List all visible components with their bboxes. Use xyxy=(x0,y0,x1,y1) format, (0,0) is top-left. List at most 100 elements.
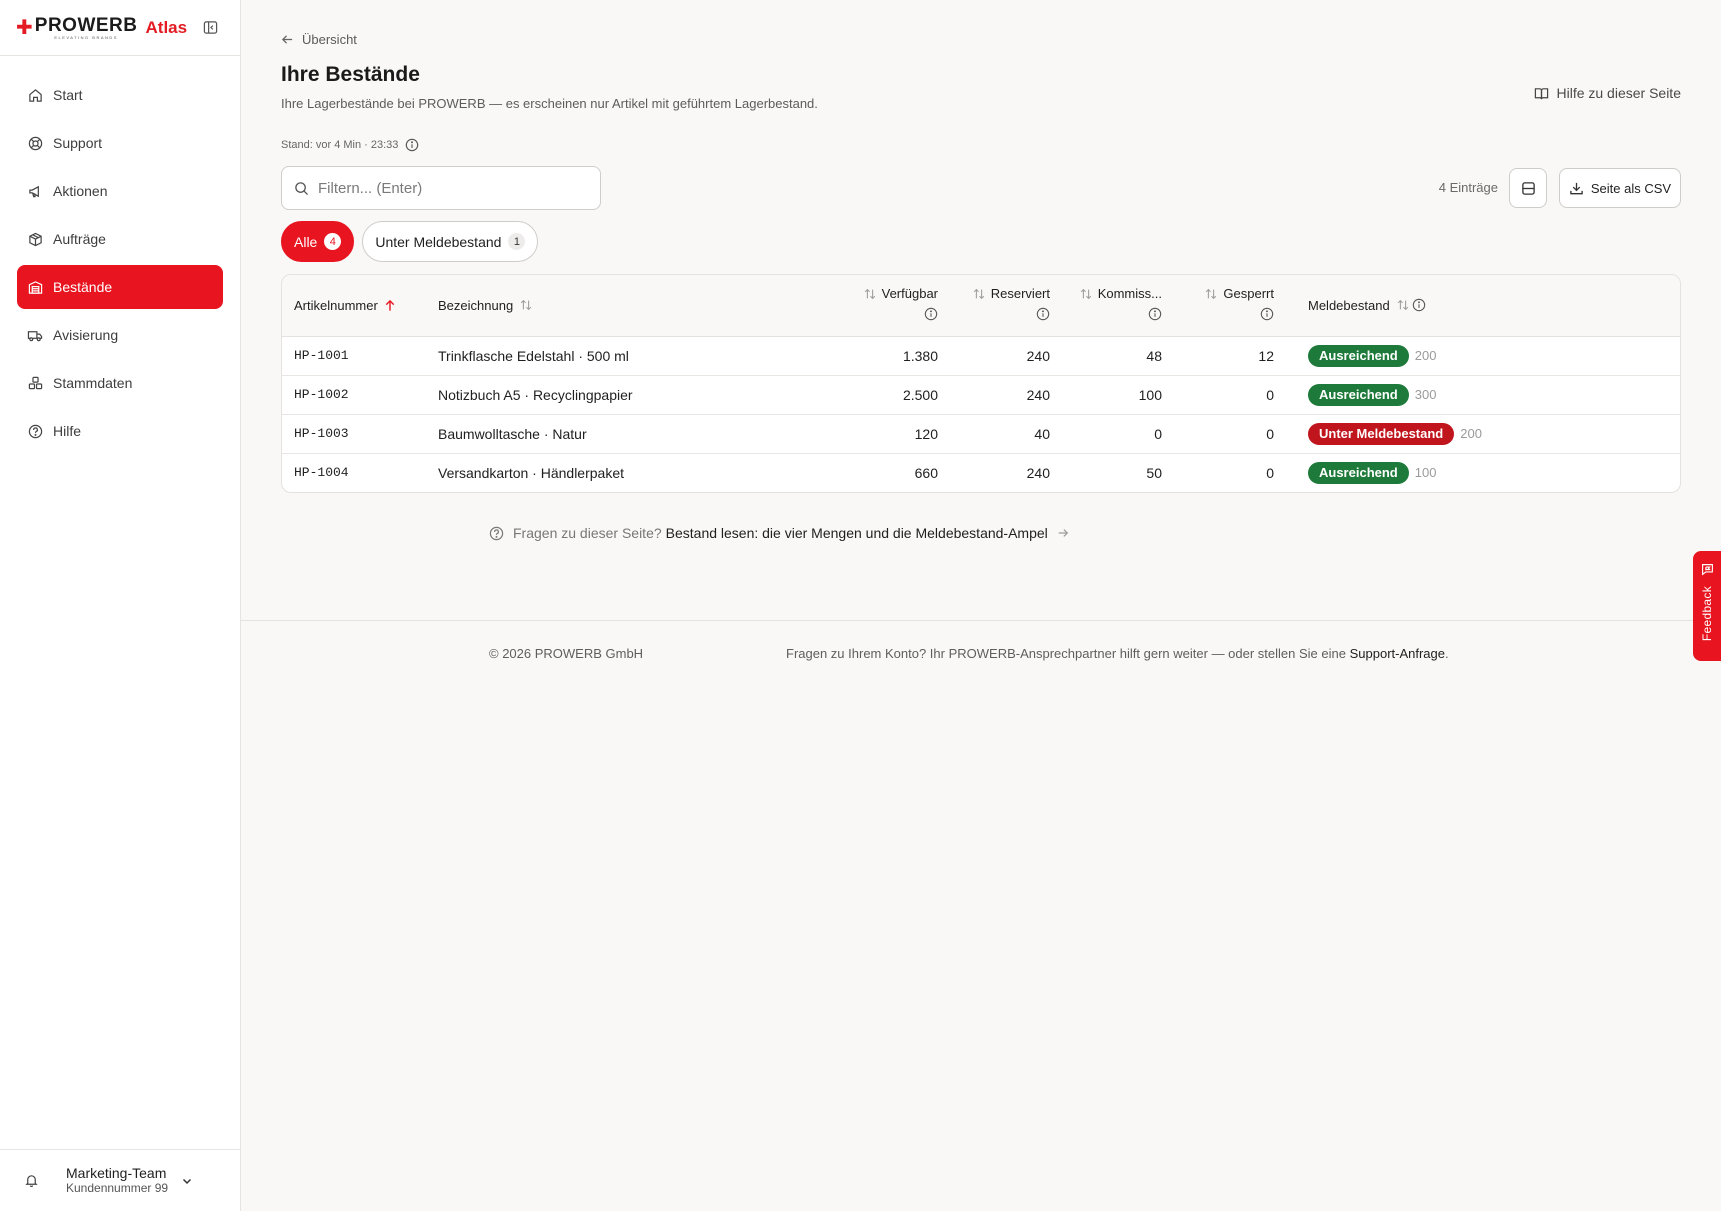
warehouse-icon xyxy=(27,279,43,295)
brand-logo[interactable]: PROWERB ELEVATING BRANDS xyxy=(35,16,138,40)
footer-end: . xyxy=(1445,646,1449,661)
info-icon[interactable] xyxy=(1412,298,1426,312)
info-icon[interactable] xyxy=(405,138,419,152)
arrow-right-icon xyxy=(1058,529,1068,537)
sort-asc-icon[interactable] xyxy=(384,299,396,312)
sidebar-item-support[interactable]: Support xyxy=(17,121,223,165)
sort-icon[interactable] xyxy=(1204,287,1218,301)
threshold-value: 200 xyxy=(1414,347,1437,363)
home-icon xyxy=(27,87,43,103)
chip-count: 4 xyxy=(324,233,342,250)
cell-picking: 48 xyxy=(1062,336,1174,376)
status-badge: Ausreichend xyxy=(1308,461,1409,484)
help-circle-icon xyxy=(489,526,504,540)
sidebar-item-auftraege[interactable]: Aufträge xyxy=(17,217,223,261)
sidebar-item-avisierung[interactable]: Avisierung xyxy=(17,313,223,357)
col-header-picking[interactable]: Kommiss... xyxy=(1062,275,1174,337)
footer-text: Fragen zu Ihrem Konto? Ihr PROWERB-Anspr… xyxy=(786,646,1449,661)
sidebar-item-aktionen[interactable]: Aktionen xyxy=(17,169,223,213)
table-row[interactable]: HP-1002 Notizbuch A5 · Recyclingpapier 2… xyxy=(282,375,1680,415)
brand-cross-icon: ✚ xyxy=(16,16,33,39)
filter-input[interactable] xyxy=(318,179,588,197)
sort-icon[interactable] xyxy=(1079,287,1093,301)
columns-toggle-button[interactable] xyxy=(1509,168,1547,208)
col-header-label: Verfügbar xyxy=(881,286,938,302)
threshold-value: 100 xyxy=(1414,464,1437,480)
back-link-label: Übersicht xyxy=(302,32,357,47)
sidebar-item-label: Stammdaten xyxy=(53,375,133,391)
chip-alle[interactable]: Alle 4 xyxy=(281,221,355,262)
sort-icon[interactable] xyxy=(863,287,877,301)
col-header-name[interactable]: Bezeichnung xyxy=(426,275,838,337)
cell-sku: HP-1003 xyxy=(282,414,426,454)
inventory-table: Artikelnummer Bezeichnung Verfügbar Rese… xyxy=(281,274,1681,493)
megaphone-icon xyxy=(27,183,43,199)
col-header-threshold[interactable]: Meldebestand xyxy=(1286,275,1680,337)
sidebar-item-label: Aufträge xyxy=(53,231,106,247)
info-icon[interactable] xyxy=(1260,307,1274,324)
table-header-row: Artikelnummer Bezeichnung Verfügbar Rese… xyxy=(282,275,1680,337)
cell-sku: HP-1004 xyxy=(294,465,349,481)
col-header-reserved[interactable]: Reserviert xyxy=(950,275,1062,337)
sidebar: ✚ PROWERB ELEVATING BRANDS Atlas Start S… xyxy=(0,0,241,1211)
support-request-link[interactable]: Support-Anfrage xyxy=(1350,646,1445,661)
bell-icon[interactable] xyxy=(22,1172,40,1190)
status-badge: Ausreichend xyxy=(1308,344,1409,367)
book-open-icon xyxy=(1535,87,1549,99)
footer-divider xyxy=(241,620,1721,621)
footer-message: Fragen zu Ihrem Konto? Ihr PROWERB-Anspr… xyxy=(786,646,1346,661)
sidebar-item-stammdaten[interactable]: Stammdaten xyxy=(17,361,223,405)
data-timestamp: Stand: vor 4 Min · 23:33 xyxy=(281,138,419,152)
feedback-tab[interactable]: Feedback xyxy=(1693,551,1721,661)
copyright: © 2026 PROWERB GmbH xyxy=(489,646,644,661)
info-icon[interactable] xyxy=(924,307,938,324)
account-switcher[interactable]: Marketing-Team Kundennummer 99 xyxy=(0,1149,240,1211)
arrow-left-icon xyxy=(281,35,293,44)
faq-link[interactable]: Bestand lesen: die vier Mengen und die M… xyxy=(666,525,1048,541)
col-header-label: Gesperrt xyxy=(1223,286,1274,302)
filter-search-box[interactable] xyxy=(281,166,601,210)
chip-unter-meldebestand[interactable]: Unter Meldebestand 1 xyxy=(362,221,539,262)
cell-reserved: 240 xyxy=(950,336,1062,376)
cell-threshold: Ausreichend 100 xyxy=(1286,453,1680,492)
cell-available: 1.380 xyxy=(838,336,950,376)
sidebar-collapse-icon[interactable] xyxy=(202,19,218,35)
chevron-down-icon[interactable] xyxy=(180,1174,194,1188)
customer-number: Kundennummer 99 xyxy=(66,1180,169,1195)
cell-available: 660 xyxy=(914,464,938,481)
col-header-sku[interactable]: Artikelnummer xyxy=(282,275,426,337)
info-icon[interactable] xyxy=(1148,307,1162,324)
package-icon xyxy=(27,231,43,247)
cell-reserved: 40 xyxy=(950,414,1062,454)
table-row[interactable]: HP-1003 Baumwolltasche · Natur 120 40 0 … xyxy=(282,414,1680,454)
sort-icon[interactable] xyxy=(972,287,986,301)
col-header-available[interactable]: Verfügbar xyxy=(838,275,950,337)
sort-icon[interactable] xyxy=(519,298,533,312)
sidebar-item-hilfe[interactable]: Hilfe xyxy=(17,409,223,453)
col-header-label: Meldebestand xyxy=(1308,297,1390,313)
col-header-label: Reserviert xyxy=(990,286,1050,302)
account-name: Marketing-Team xyxy=(66,1165,167,1182)
table-row[interactable]: HP-1004 Versandkarton · Händlerpaket 660… xyxy=(282,453,1680,492)
cell-name: Versandkarton · Händlerpaket xyxy=(438,464,624,481)
cell-threshold: Unter Meldebestand 200 xyxy=(1286,414,1680,454)
table-row[interactable]: HP-1001 Trinkflasche Edelstahl · 500 ml … xyxy=(282,336,1680,376)
help-page-link[interactable]: Hilfe zu dieser Seite xyxy=(1534,85,1681,101)
help-circle-icon xyxy=(27,423,43,439)
feedback-label: Feedback xyxy=(1700,586,1714,642)
export-csv-button[interactable]: Seite als CSV xyxy=(1559,168,1681,208)
search-icon xyxy=(295,181,309,195)
sidebar-item-label: Bestände xyxy=(53,279,113,295)
sidebar-item-bestaende[interactable]: Bestände xyxy=(17,265,223,309)
cell-blocked: 0 xyxy=(1174,414,1286,454)
cell-reserved: 240 xyxy=(950,375,1062,415)
brand-tagline: ELEVATING BRANDS xyxy=(54,34,118,40)
cell-blocked: 0 xyxy=(1174,375,1286,415)
info-icon[interactable] xyxy=(1036,307,1050,324)
cell-reserved: 240 xyxy=(1026,464,1050,481)
page-title: Ihre Bestände xyxy=(281,63,420,86)
sort-icon[interactable] xyxy=(1396,298,1410,312)
back-link[interactable]: Übersicht xyxy=(281,32,357,47)
sidebar-item-start[interactable]: Start xyxy=(17,73,223,117)
col-header-blocked[interactable]: Gesperrt xyxy=(1174,275,1286,337)
